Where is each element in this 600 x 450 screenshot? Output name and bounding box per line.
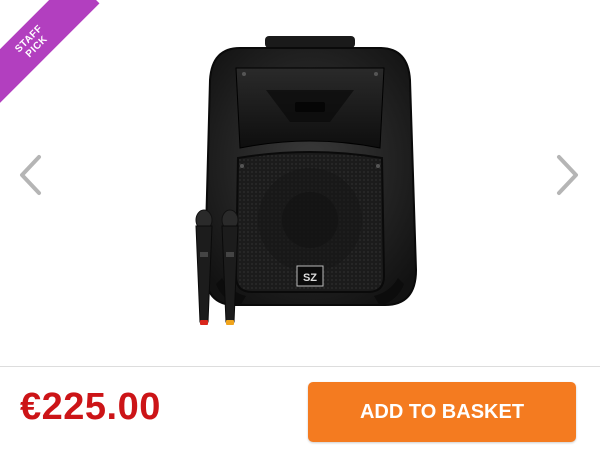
carousel-prev-button[interactable] [10,150,50,200]
carousel-next-button[interactable] [548,150,588,200]
product-page: STAFF PICK SZ €225.00 ADD TO BASKET [0,0,600,450]
microphone-1 [195,209,213,325]
purchase-bar: €225.00 ADD TO BASKET [0,367,600,450]
chevron-right-icon [557,155,578,195]
chevron-left-icon [20,155,41,195]
add-to-basket-button[interactable]: ADD TO BASKET [308,382,576,442]
staff-pick-ribbon: STAFF PICK [0,0,110,110]
microphone-2 [221,209,239,325]
product-price: €225.00 [20,386,161,428]
staff-pick-badge: STAFF PICK [0,0,100,110]
speaker-illustration: SZ [195,36,418,325]
speaker-logo: SZ [303,272,317,284]
product-image[interactable]: SZ [170,30,430,330]
